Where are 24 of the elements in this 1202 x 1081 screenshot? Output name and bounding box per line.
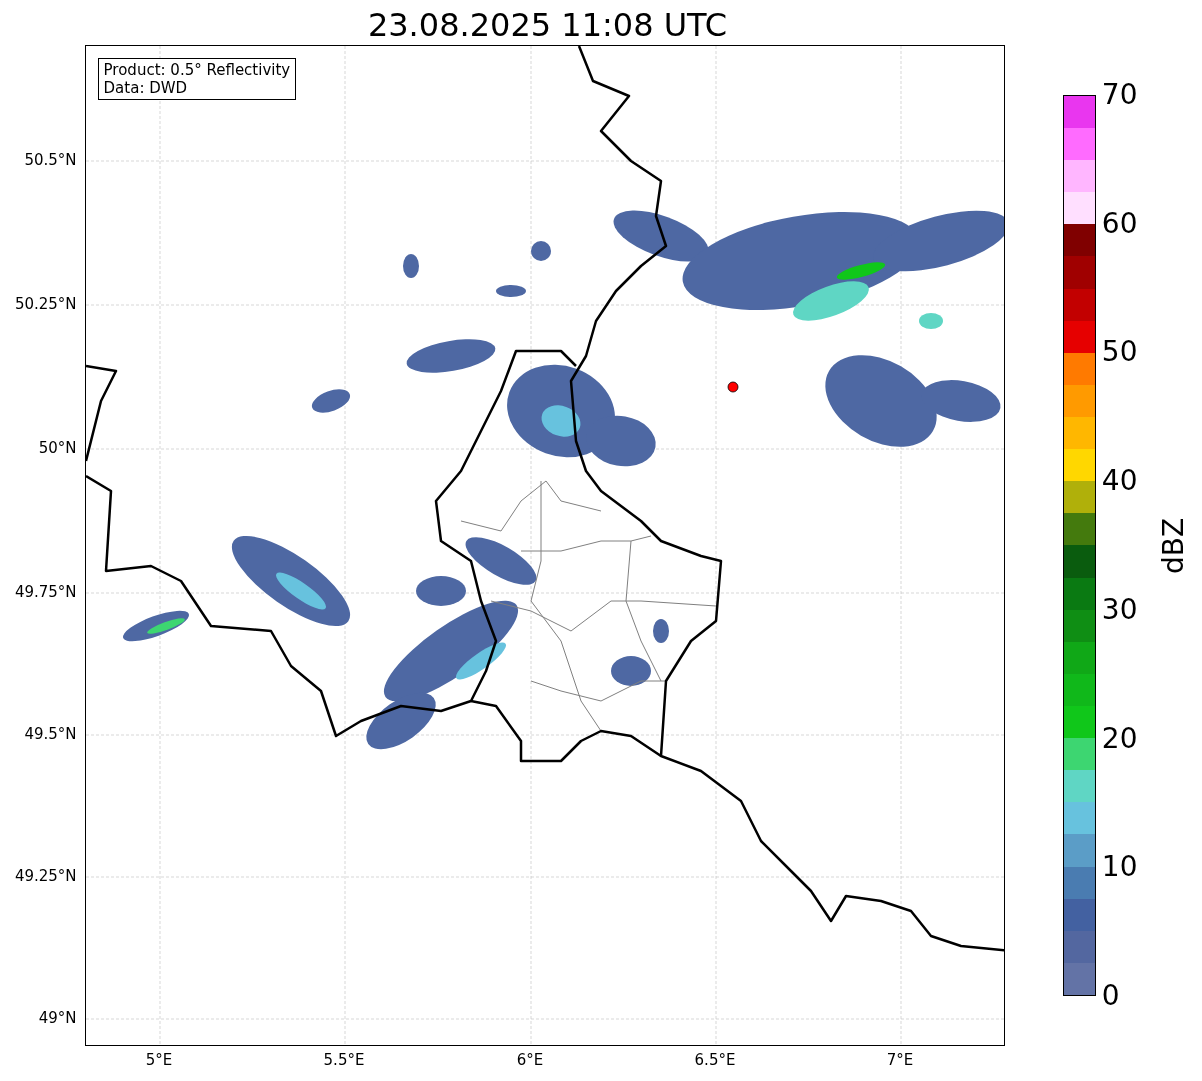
latitude-label: 50°N: [38, 439, 77, 457]
latitude-label: 49°N: [38, 1009, 77, 1027]
longitude-label: 6°E: [516, 1051, 544, 1069]
colorbar-tick-label: 0: [1101, 981, 1120, 1011]
colorbar-tick-label: 20: [1101, 723, 1138, 754]
latitude-label: 49.25°N: [14, 867, 77, 885]
latitude-label: 50.5°N: [24, 151, 77, 169]
longitude-label: 6.5°E: [694, 1051, 736, 1069]
colorbar-tick-label: 70: [1101, 80, 1138, 110]
info-text: Data: DWD: [103, 79, 189, 97]
latitude-label: 50.25°N: [14, 295, 77, 313]
longitude-label: 7°E: [886, 1051, 914, 1069]
info-text: Product: 0.5° Reflectivity: [103, 61, 291, 79]
colorbar-tick-label: 30: [1101, 594, 1138, 625]
longitude-label: 5°E: [145, 1051, 173, 1069]
colorbar-tick-label: 50: [1101, 337, 1138, 368]
chart-title: 23.08.2025 11:08 UTC: [367, 5, 728, 45]
longitude-label: 5.5°E: [323, 1051, 365, 1069]
colorbar-label: dBZ: [1158, 517, 1189, 574]
colorbar-tick-label: 40: [1101, 466, 1138, 497]
latitude-label: 49.75°N: [14, 583, 77, 601]
colorbar-tick-label: 10: [1101, 852, 1138, 883]
colorbar-tick-label: 60: [1101, 208, 1138, 239]
latitude-label: 49.5°N: [24, 725, 77, 743]
